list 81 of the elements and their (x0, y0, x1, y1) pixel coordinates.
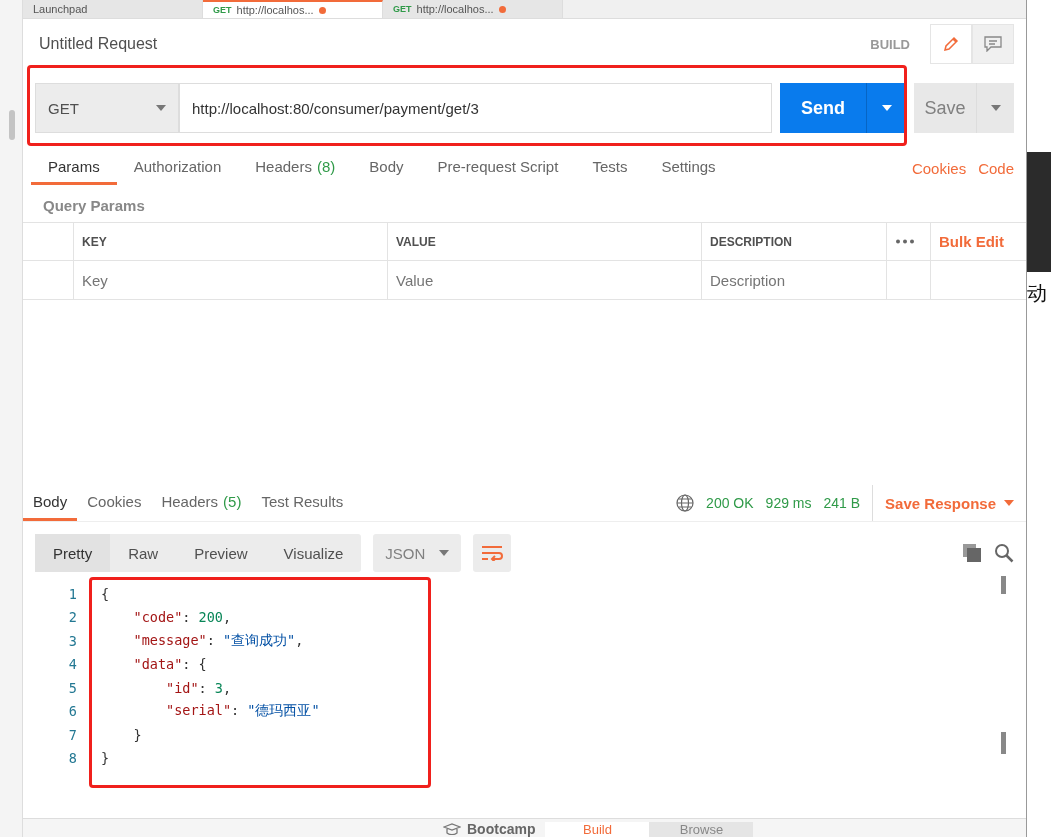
url-field[interactable]: http://localhost:80/consumer/payment/get/3 (179, 83, 772, 133)
save-options-button[interactable] (976, 83, 1014, 133)
mode-label: BUILD (870, 36, 910, 52)
line-number: 5 (67, 679, 77, 696)
request-title: Untitled Request (39, 35, 159, 53)
view-mode-tab[interactable]: Visualize (265, 534, 362, 572)
code-line: "message": "查询成功", (132, 631, 304, 650)
send-button[interactable]: Send (780, 83, 866, 133)
code-line: "serial": "德玛西亚" (165, 702, 320, 721)
header-link[interactable]: Cookies (899, 151, 967, 185)
status-code: 200 OK (705, 494, 755, 513)
column-header: VALUE (387, 223, 701, 260)
code-line: "id": 3, (165, 679, 232, 696)
line-number: 2 (67, 609, 77, 626)
save-response-button[interactable]: Save Response (872, 485, 1014, 521)
code-line: { (101, 585, 110, 602)
line-number: 3 (67, 632, 77, 649)
search-icon[interactable] (994, 543, 1014, 563)
tab-label: http://localhos... (236, 4, 314, 16)
code-line: "code": 200, (132, 609, 232, 626)
request-tab[interactable]: GET http://localhos... (203, 0, 383, 18)
response-time: 929 ms (764, 494, 813, 513)
response-size: 241 B (822, 494, 862, 513)
edit-button[interactable] (930, 24, 972, 64)
caret-icon (439, 550, 450, 556)
comment-icon (984, 36, 1002, 52)
response-tab[interactable]: Cookies (77, 485, 152, 521)
caret-icon (881, 105, 892, 111)
more-icon[interactable] (895, 239, 915, 244)
response-tab[interactable]: Body (23, 485, 78, 521)
code-line: "data": { (132, 656, 207, 673)
tab-label: http://localhos... (416, 3, 494, 15)
request-section-tab[interactable]: Headers (8) (238, 151, 353, 185)
pencil-icon (942, 35, 960, 53)
column-header: KEY (73, 223, 387, 260)
format-dropdown[interactable]: JSON (373, 534, 462, 572)
request-section-tab[interactable]: Tests (575, 151, 645, 185)
section-title: Query Params (42, 196, 146, 216)
caret-icon (156, 105, 166, 111)
request-section-tab[interactable]: Params (31, 151, 117, 185)
response-tab[interactable]: Test Results (251, 485, 354, 521)
request-tab[interactable]: Launchpad (23, 0, 203, 18)
line-number: 7 (67, 726, 77, 743)
graduation-cap-icon (443, 823, 461, 835)
line-number: 4 (67, 656, 77, 673)
response-tab[interactable]: Headers (5) (151, 485, 252, 521)
view-mode-tab[interactable]: Pretty (35, 534, 111, 572)
bootcamp-link[interactable]: Bootcamp (467, 821, 536, 837)
caret-icon (990, 105, 1001, 111)
bulk-edit-link[interactable]: Bulk Edit (939, 233, 1004, 250)
column-header: DESCRIPTION (701, 223, 886, 260)
method-label: GET (393, 4, 412, 14)
wrap-icon (481, 545, 504, 561)
copy-icon[interactable] (962, 543, 982, 563)
request-tab[interactable]: GET http://localhos... (383, 0, 563, 18)
request-section-tab[interactable]: Authorization (116, 151, 239, 185)
method-label: GET (213, 5, 232, 15)
request-section-tab[interactable]: Settings (644, 151, 733, 185)
view-mode-tab[interactable]: Raw (110, 534, 177, 572)
mode-toggle[interactable]: Build (545, 822, 650, 837)
comments-button[interactable] (972, 24, 1014, 64)
scrollbar-thumb[interactable] (9, 110, 15, 140)
line-number: 6 (67, 703, 77, 720)
request-section-tab[interactable]: Body (352, 151, 421, 185)
tab-label: Launchpad (33, 3, 88, 15)
send-options-button[interactable] (866, 83, 906, 133)
method-dropdown[interactable]: GET (35, 83, 179, 133)
request-section-tab[interactable]: Pre-request Script (420, 151, 576, 185)
wrap-button[interactable] (473, 534, 512, 572)
line-number: 8 (67, 750, 77, 767)
save-button[interactable]: Save (914, 83, 976, 133)
code-line: } (101, 750, 110, 767)
code-line: } (132, 726, 142, 743)
scrollbar-thumb[interactable] (1001, 576, 1006, 594)
background-text: 动 (1027, 280, 1048, 307)
view-mode-tab[interactable]: Preview (176, 534, 266, 572)
caret-icon (1004, 500, 1014, 506)
line-number: 1 (67, 585, 77, 602)
header-link[interactable]: Code (966, 151, 1014, 185)
scrollbar-thumb[interactable] (1001, 732, 1006, 754)
globe-icon[interactable] (676, 494, 695, 512)
